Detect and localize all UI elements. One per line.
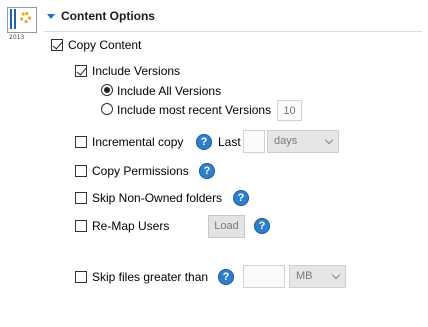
skip-files-unit-select[interactable]: MB: [289, 265, 346, 288]
include-versions-label[interactable]: Include Versions: [92, 64, 180, 78]
include-all-versions-radio[interactable]: [101, 84, 113, 96]
copy-permissions-checkbox[interactable]: [75, 165, 87, 177]
load-button[interactable]: Load: [208, 215, 245, 238]
skip-non-owned-label[interactable]: Skip Non-Owned folders: [92, 191, 222, 205]
chevron-down-icon: [331, 270, 341, 280]
icon-bar: [10, 9, 12, 29]
help-icon[interactable]: ?: [218, 269, 234, 285]
section-title[interactable]: Content Options: [61, 9, 155, 23]
copy-content-label[interactable]: Copy Content: [68, 38, 141, 52]
include-all-versions-label[interactable]: Include All Versions: [117, 84, 221, 98]
icon-bar: [14, 9, 16, 29]
remap-users-label[interactable]: Re-Map Users: [92, 219, 169, 233]
help-icon[interactable]: ?: [233, 190, 249, 206]
include-recent-versions-label[interactable]: Include most recent Versions: [117, 103, 271, 117]
skip-files-checkbox[interactable]: [75, 271, 87, 283]
skip-files-size-input[interactable]: [243, 265, 285, 288]
incremental-copy-checkbox[interactable]: [75, 136, 87, 148]
copy-content-checkbox[interactable]: [51, 39, 63, 51]
include-versions-checkbox[interactable]: [75, 65, 87, 77]
include-recent-versions-radio[interactable]: [101, 103, 113, 115]
incremental-last-input[interactable]: [243, 130, 265, 153]
remap-users-checkbox[interactable]: [75, 220, 87, 232]
chevron-down-icon: [324, 135, 334, 145]
skip-non-owned-checkbox[interactable]: [75, 192, 87, 204]
help-icon[interactable]: ?: [254, 218, 270, 234]
sharepoint-2013-icon: 2013: [7, 7, 37, 41]
recent-versions-count-input[interactable]: 10: [277, 100, 302, 121]
incremental-copy-label[interactable]: Incremental copy: [92, 135, 183, 149]
incremental-unit-select[interactable]: days: [267, 130, 339, 153]
icon-year-label: 2013: [9, 34, 25, 41]
last-label: Last: [218, 135, 241, 149]
skip-files-unit-value: MB: [296, 270, 313, 282]
help-icon[interactable]: ?: [199, 163, 215, 179]
help-icon[interactable]: ?: [196, 134, 212, 150]
skip-files-label[interactable]: Skip files greater than: [92, 270, 208, 284]
copy-permissions-label[interactable]: Copy Permissions: [92, 164, 189, 178]
incremental-unit-value: days: [274, 135, 298, 147]
gear-icon: [20, 12, 31, 23]
section-divider: [44, 31, 422, 32]
collapse-arrow-icon[interactable]: [47, 14, 55, 19]
